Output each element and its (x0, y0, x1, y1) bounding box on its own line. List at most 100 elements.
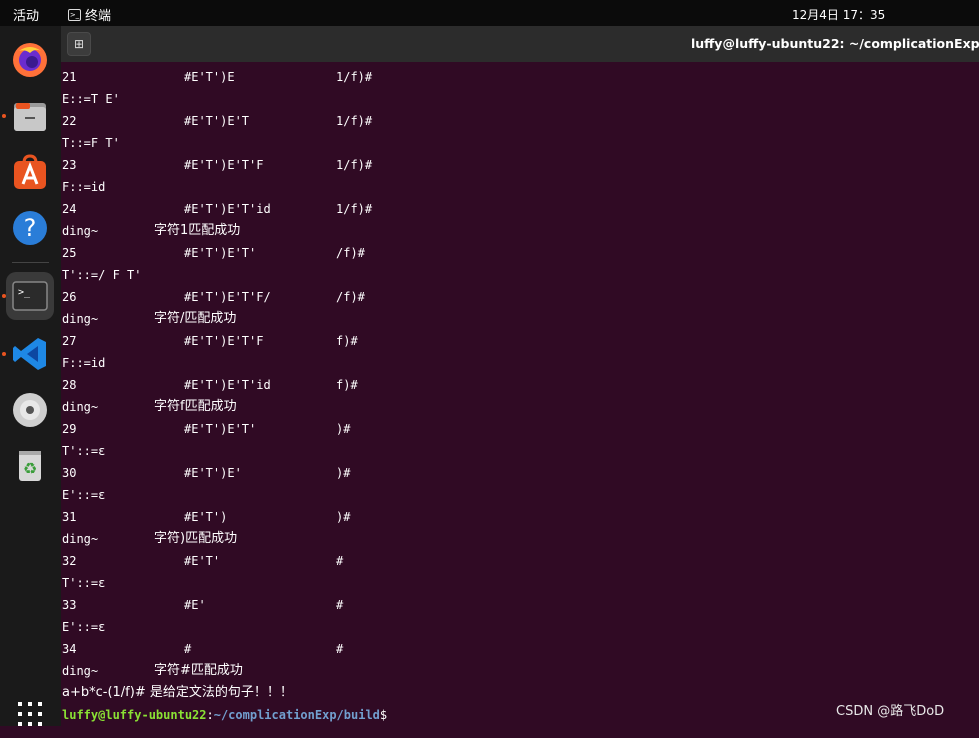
terminal-cell: #E'T')E'T'id (184, 378, 271, 392)
terminal-cell: F::=id (62, 356, 106, 370)
prompt-separator: : (206, 708, 214, 722)
terminal-cell: # (336, 554, 344, 568)
terminal-cell: #E'T')E'T' (184, 422, 257, 436)
watermark: CSDN @路飞DoD (836, 704, 945, 719)
vscode-icon (13, 338, 46, 370)
activities-button[interactable]: 活动 (13, 5, 39, 24)
terminal-cell: 30 (62, 466, 77, 480)
prompt-path: ~/complicationExp/build (213, 708, 380, 722)
terminal-cell: a+b*c-(1/f)# 是给定文法的句子！！！ (62, 685, 293, 700)
prompt-symbol: $ (379, 708, 388, 722)
dock-item-show-apps[interactable] (6, 690, 54, 738)
terminal-cell: 字符)匹配成功 (154, 531, 238, 546)
terminal-cell: #E'T')E'T'F (184, 158, 264, 172)
terminal-cell: #E'T')E'T (184, 114, 250, 128)
terminal-cell: /f)# (336, 290, 365, 304)
terminal-cell: 字符/匹配成功 (154, 311, 237, 326)
terminal-cell: F::=id (62, 180, 106, 194)
dock-item-disc[interactable] (6, 386, 54, 434)
terminal-cell: 25 (62, 246, 77, 260)
trash-icon: ♻ (19, 451, 41, 481)
prompt-user: luffy@luffy-ubuntu22 (62, 708, 207, 722)
svg-text:?: ? (24, 214, 37, 242)
terminal-cell: )# (336, 466, 351, 480)
disc-icon (13, 393, 47, 427)
terminal-cell: T::=F T' (62, 136, 120, 150)
terminal-cell: E::=T E' (62, 92, 120, 106)
terminal-cell: #E'T')E (184, 70, 235, 84)
terminal-cell: ding~ (62, 312, 99, 326)
window-title: luffy@luffy-ubuntu22: ~/complicationExp/… (691, 36, 979, 51)
app-menu[interactable]: >_ 终端 (68, 5, 111, 24)
terminal-cell: )# (336, 422, 351, 436)
terminal-cell: ding~ (62, 664, 99, 678)
terminal-cell: #E' (184, 598, 206, 612)
terminal-cell: #E'T')E'T'F (184, 334, 264, 348)
terminal-cell: E'::=ε (62, 488, 106, 502)
terminal-cell: 26 (62, 290, 77, 304)
help-icon: ? (13, 211, 47, 245)
terminal-cell: #E'T')E'T'id (184, 202, 271, 216)
window-header-bar: ⊞ luffy@luffy-ubuntu22: ~/complicationEx… (61, 26, 979, 62)
terminal-cell: 1/f)# (336, 202, 373, 216)
terminal-cell: ding~ (62, 400, 99, 414)
dock-item-firefox[interactable] (6, 36, 54, 84)
terminal-cell: 字符#匹配成功 (154, 663, 243, 678)
terminal-cell: #E'T')E'T' (184, 246, 257, 260)
terminal-cell: ding~ (62, 224, 99, 238)
running-indicator (2, 114, 6, 118)
dock-item-vscode[interactable] (6, 330, 54, 378)
dock-item-terminal[interactable]: >_ (6, 272, 54, 320)
files-icon (14, 103, 46, 131)
dock-item-app-store[interactable] (6, 148, 54, 196)
terminal-cell: 字符f匹配成功 (154, 399, 237, 414)
terminal-cell: 23 (62, 158, 77, 172)
show-apps-icon (18, 702, 42, 726)
svg-text:♻: ♻ (23, 459, 37, 478)
firefox-icon (13, 43, 47, 77)
terminal-cell: 1/f)# (336, 114, 373, 128)
terminal-cell: T'::=ε (62, 444, 106, 458)
dock-separator (12, 262, 49, 263)
terminal-cell: 28 (62, 378, 77, 392)
dock-item-help[interactable]: ? (6, 204, 54, 252)
dock-item-files[interactable] (6, 92, 54, 140)
terminal-cell: ding~ (62, 532, 99, 546)
terminal-cell: #E'T') (184, 510, 228, 524)
terminal-cell: # (184, 642, 192, 656)
terminal-cell: /f)# (336, 246, 365, 260)
terminal-output[interactable]: 21 #E'T')E 1/f)# E::=T E' 22 #E'T')E'T 1/f)# T:… (61, 62, 979, 726)
clock[interactable]: 12月4日 17：35 (792, 6, 885, 23)
terminal-cell: 29 (62, 422, 77, 436)
terminal-cell: 1/f)# (336, 70, 373, 84)
terminal-cell: 27 (62, 334, 77, 348)
terminal-cell: # (336, 642, 344, 656)
terminal-cell: T'::=/ F T' (62, 268, 142, 282)
svg-text:>_: >_ (18, 287, 31, 298)
running-indicator (2, 294, 6, 298)
dock-item-trash[interactable]: ♻ (6, 442, 54, 490)
terminal-cell: 31 (62, 510, 77, 524)
terminal-cell: #E'T' (184, 554, 221, 568)
terminal-cell: #E'T')E' (184, 466, 242, 480)
new-tab-button[interactable]: ⊞ (67, 32, 91, 56)
terminal-cell: # (336, 598, 344, 612)
terminal-cell: 32 (62, 554, 77, 568)
terminal-cell: 字符1匹配成功 (154, 223, 241, 238)
terminal-cell: 1/f)# (336, 158, 373, 172)
terminal-icon: >_ (12, 281, 48, 311)
terminal-cell: #E'T')E'T'F/ (184, 290, 271, 304)
dock: ? >_ ♻ (0, 26, 61, 726)
app-menu-label: 终端 (85, 9, 112, 24)
terminal-cell: )# (336, 510, 351, 524)
terminal-cell: T'::=ε (62, 576, 106, 590)
terminal-cell: E'::=ε (62, 620, 106, 634)
terminal-cell: 33 (62, 598, 77, 612)
top-bar: 活动 >_ 终端 12月4日 17：35 (0, 0, 979, 26)
terminal-cell: 21 (62, 70, 77, 84)
shell-prompt[interactable]: luffy@luffy-ubuntu22:~/complicationExp/b… (62, 704, 387, 726)
terminal-small-icon: >_ (68, 8, 81, 21)
terminal-cell: 34 (62, 642, 77, 656)
running-indicator (2, 352, 6, 356)
terminal-cell: 22 (62, 114, 77, 128)
